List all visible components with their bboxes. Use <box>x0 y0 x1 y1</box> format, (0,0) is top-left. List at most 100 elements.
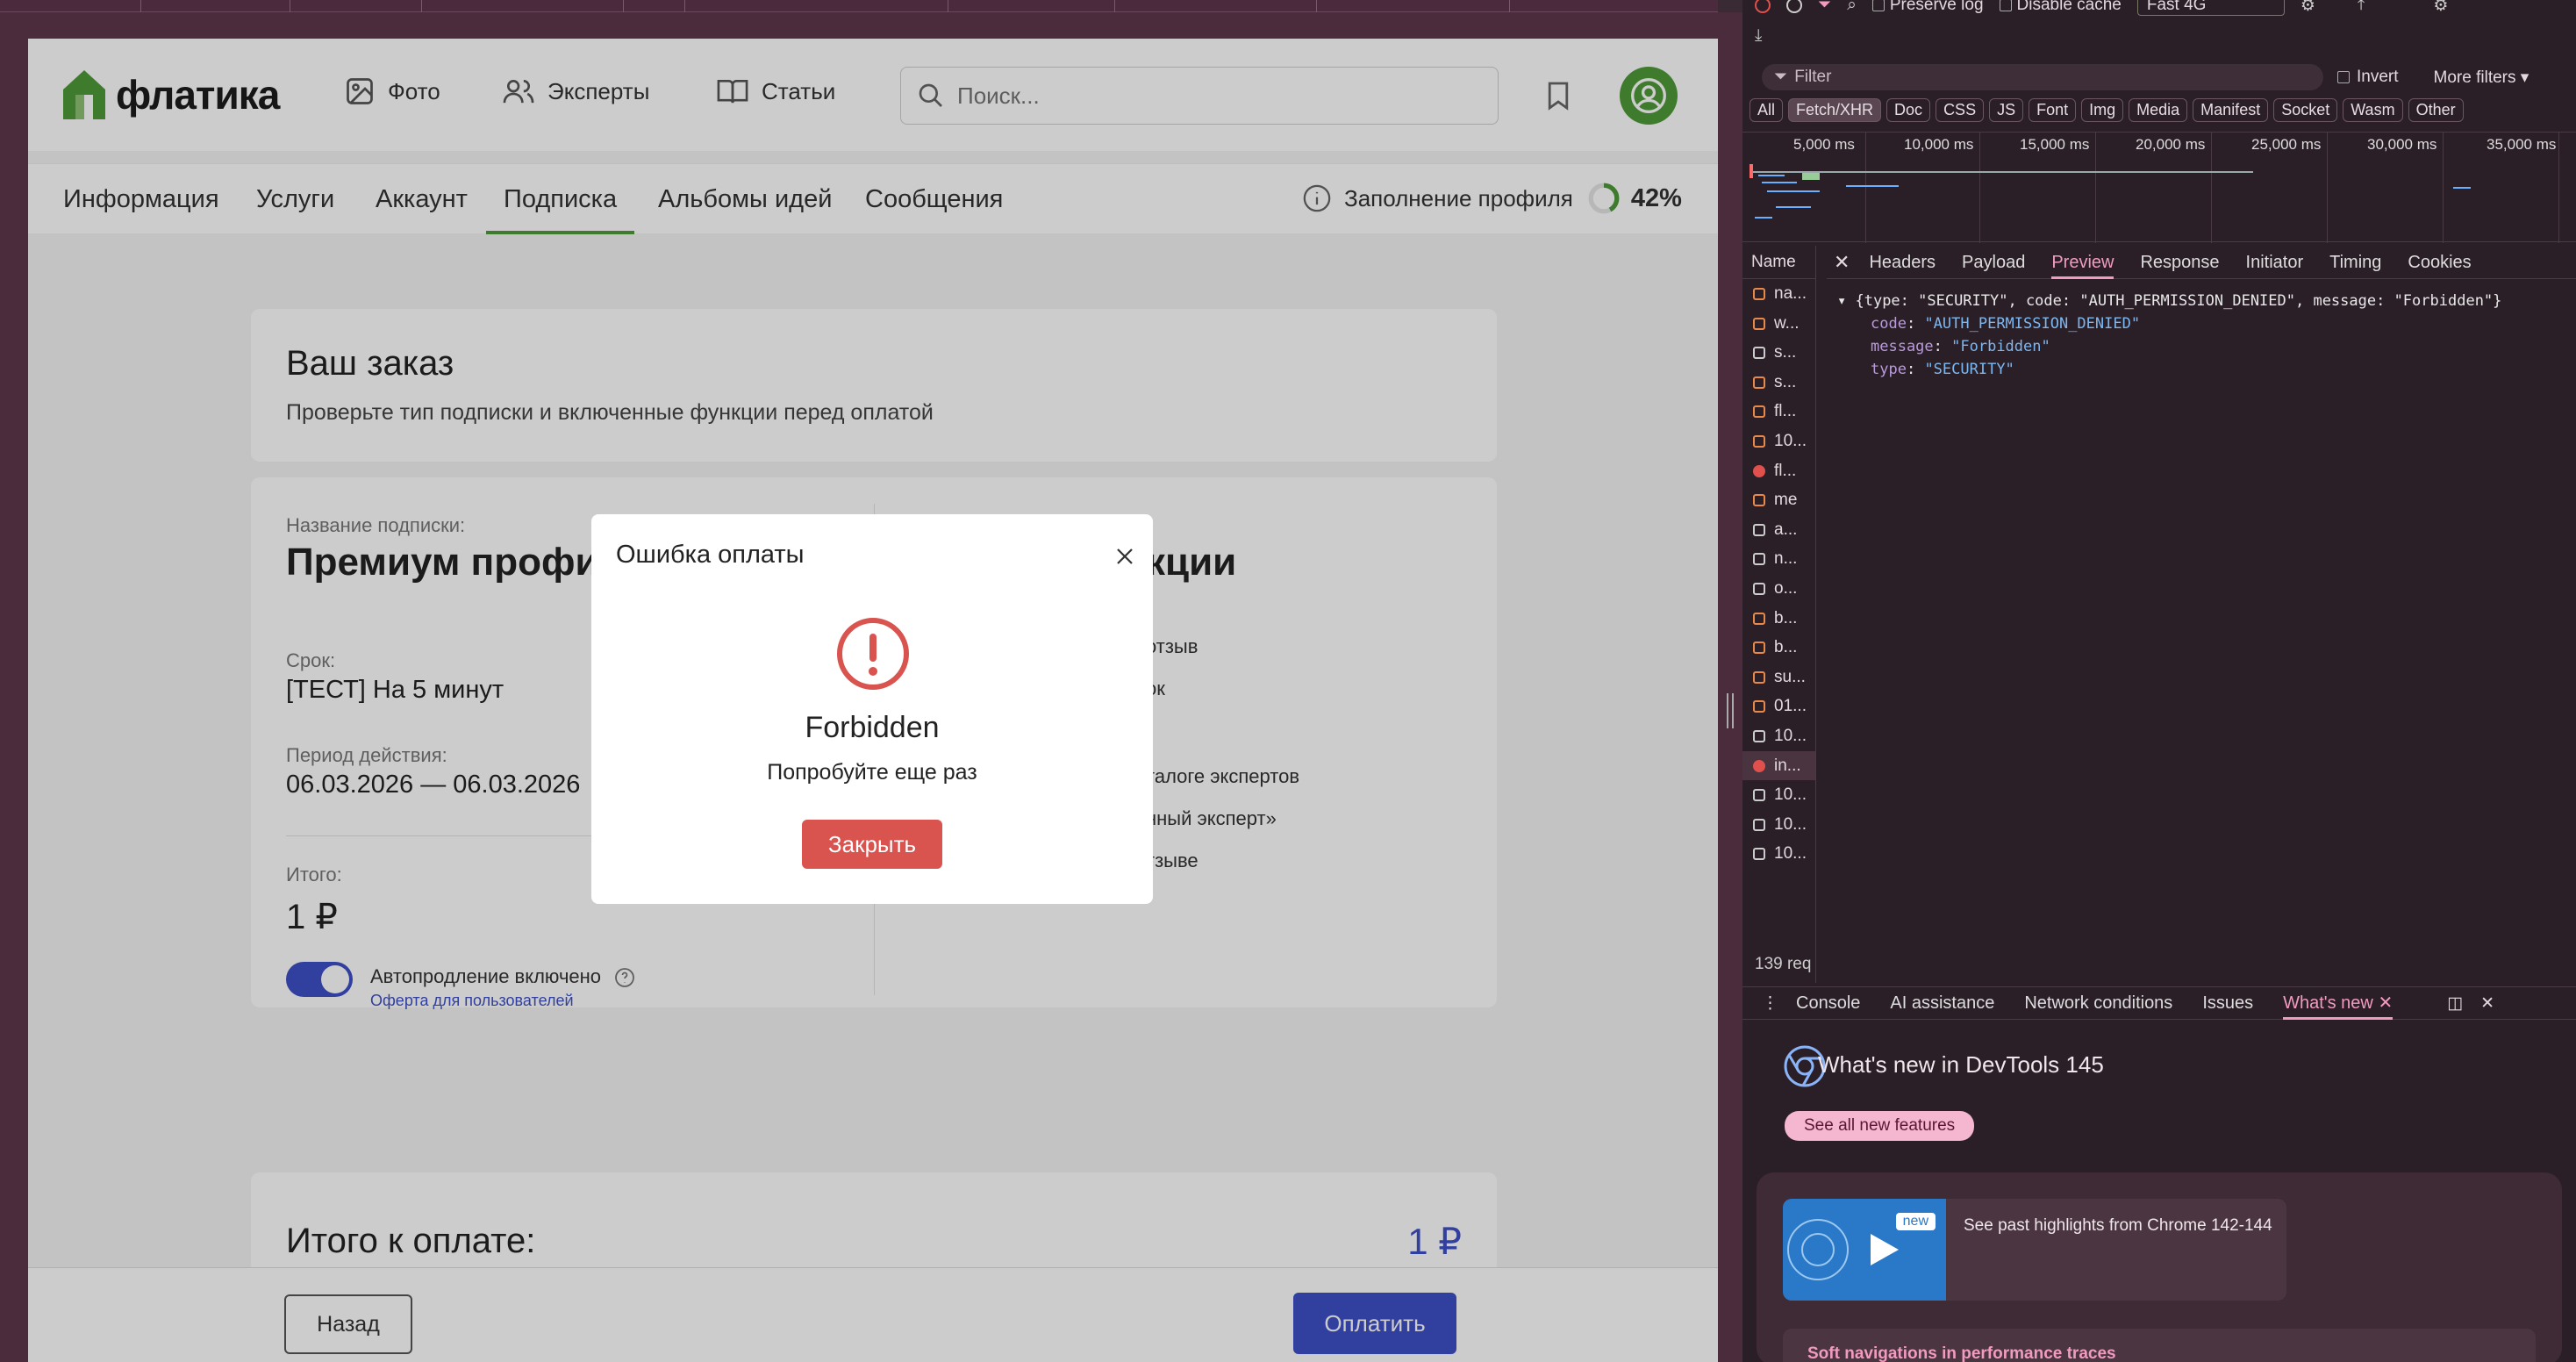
filter-placeholder: Filter <box>1794 68 1832 86</box>
filter-input[interactable]: ⏷ Filter <box>1762 64 2323 90</box>
close-drawer-icon[interactable]: ✕ <box>2480 993 2494 1014</box>
clear-icon[interactable] <box>1786 0 1802 13</box>
request-row[interactable]: b... <box>1742 633 1815 663</box>
close-tab-icon[interactable]: ✕ <box>2378 993 2393 1013</box>
request-name: b... <box>1774 608 1798 627</box>
request-name: in... <box>1774 756 1801 775</box>
type-filter-js[interactable]: JS <box>1989 98 2024 122</box>
error-icon <box>1753 759 1765 772</box>
drawer-tabs: ⋮ Console AI assistance Network conditio… <box>1742 986 2576 1020</box>
export-har-icon[interactable]: ⤓ <box>1755 26 1762 46</box>
modal-close-button[interactable] <box>1114 546 1135 571</box>
request-row[interactable]: me <box>1742 485 1815 515</box>
request-row[interactable]: s... <box>1742 368 1815 398</box>
type-filter-all[interactable]: All <box>1750 98 1784 122</box>
xhr-icon <box>1753 317 1765 330</box>
request-row[interactable]: na... <box>1742 279 1815 309</box>
network-timeline[interactable]: 5,000 ms 10,000 ms 15,000 ms 20,000 ms 2… <box>1742 132 2576 243</box>
type-filter-fetch-xhr[interactable]: Fetch/XHR <box>1788 98 1882 122</box>
request-row[interactable]: 10... <box>1742 839 1815 869</box>
request-row[interactable]: a... <box>1742 515 1815 545</box>
request-row[interactable]: s... <box>1742 338 1815 368</box>
type-filter-manifest[interactable]: Manifest <box>2193 98 2269 122</box>
type-filter-other[interactable]: Other <box>2408 98 2464 122</box>
request-name: w... <box>1774 313 1800 333</box>
type-filter-doc[interactable]: Doc <box>1886 98 1931 122</box>
resource-type-filters: All Fetch/XHR Doc CSS JS Font Img Media … <box>1750 98 2464 122</box>
browser-tab-strip <box>0 0 1718 12</box>
request-row[interactable]: su... <box>1742 663 1815 692</box>
request-row[interactable]: 10... <box>1742 810 1815 840</box>
json-value: "SECURITY" <box>1924 361 2014 378</box>
tab-cookies[interactable]: Cookies <box>2408 246 2471 279</box>
search-icon[interactable]: ⌕ <box>1847 0 1857 15</box>
json-field: type: "SECURITY" <box>1871 361 2014 378</box>
timeline-label: 20,000 ms <box>2136 136 2206 153</box>
type-filter-socket[interactable]: Socket <box>2273 98 2338 122</box>
dock-icon[interactable]: ◫ <box>2447 993 2463 1014</box>
type-filter-media[interactable]: Media <box>2129 98 2188 122</box>
modal-message: Попробуйте еще раз <box>767 760 977 785</box>
type-filter-wasm[interactable]: Wasm <box>2343 98 2403 122</box>
tab-payload[interactable]: Payload <box>1962 246 2025 279</box>
request-row[interactable]: o... <box>1742 574 1815 604</box>
new-badge: new <box>1895 1213 1936 1230</box>
drawer-menu-icon[interactable]: ⋮ <box>1762 993 1778 1014</box>
tab-network-conditions[interactable]: Network conditions <box>2024 986 2172 1020</box>
request-list: Name na... w... s... s... fl... 10... fl... me a… <box>1742 246 1816 983</box>
devtools-resizer[interactable] <box>1718 12 1742 1362</box>
xhr-icon <box>1753 434 1765 448</box>
disable-cache-checkbox[interactable]: Disable cache <box>1999 0 2122 15</box>
type-filter-css[interactable]: CSS <box>1936 98 1985 122</box>
request-detail-tabs: ✕ Headers Payload Preview Response Initi… <box>1827 246 2576 279</box>
request-name: na... <box>1774 284 1807 303</box>
request-row[interactable]: in... <box>1742 750 1815 781</box>
see-all-features-button[interactable]: See all new features <box>1785 1111 1975 1141</box>
settings-icon[interactable]: ⚙ <box>2433 0 2448 16</box>
json-value: "AUTH_PERMISSION_DENIED" <box>1924 315 2141 333</box>
request-row[interactable]: w... <box>1742 309 1815 339</box>
tab-headers[interactable]: Headers <box>1869 246 1936 279</box>
record-icon[interactable] <box>1755 0 1771 13</box>
request-name: 10... <box>1774 785 1807 805</box>
preserve-log-checkbox[interactable]: Preserve log <box>1871 0 1984 15</box>
name-column-header[interactable]: Name <box>1742 246 1815 279</box>
video-thumbnail[interactable]: new <box>1783 1199 1946 1301</box>
timeline-label: 15,000 ms <box>2020 136 2090 153</box>
tab-whats-new[interactable]: What's new ✕ <box>2283 986 2394 1020</box>
request-name: 10... <box>1774 431 1807 450</box>
json-root[interactable]: ▾ {type: "SECURITY", code: "AUTH_PERMISS… <box>1837 290 2501 312</box>
tab-issues[interactable]: Issues <box>2202 986 2253 1020</box>
network-conditions-icon[interactable]: ⚙ <box>2301 0 2315 16</box>
import-icon[interactable]: ⤒ <box>2358 0 2365 15</box>
request-row[interactable]: 01... <box>1742 692 1815 721</box>
request-row[interactable]: fl... <box>1742 456 1815 486</box>
request-name: s... <box>1774 343 1797 362</box>
type-filter-img[interactable]: Img <box>2081 98 2124 122</box>
request-row[interactable]: 10... <box>1742 721 1815 751</box>
invert-checkbox[interactable]: Invert <box>2337 68 2399 87</box>
close-detail-icon[interactable]: ✕ <box>1834 251 1850 274</box>
tab-response[interactable]: Response <box>2140 246 2219 279</box>
type-filter-font[interactable]: Font <box>2029 98 2077 122</box>
request-row[interactable]: fl... <box>1742 397 1815 427</box>
tab-preview[interactable]: Preview <box>2051 246 2114 279</box>
tab-timing[interactable]: Timing <box>2329 246 2381 279</box>
tab-console[interactable]: Console <box>1796 986 1860 1020</box>
request-row[interactable]: 10... <box>1742 427 1815 456</box>
highlights-item[interactable]: new See past highlights from Chrome 142-… <box>1783 1199 2286 1301</box>
feature-item[interactable]: Soft navigations in performance traces <box>1783 1329 2536 1362</box>
filter-funnel-icon[interactable]: ⏷ <box>1818 0 1831 15</box>
request-name: fl... <box>1774 461 1797 480</box>
browser-frame <box>0 12 28 1362</box>
throttle-select[interactable]: Fast 4G <box>2136 0 2285 16</box>
more-filters-button[interactable]: More filters ▾ <box>2434 68 2529 88</box>
tab-ai-assistance[interactable]: AI assistance <box>1890 986 1994 1020</box>
error-icon <box>835 616 911 696</box>
modal-close-action-button[interactable]: Закрыть <box>802 820 942 869</box>
request-row[interactable]: b... <box>1742 604 1815 634</box>
tab-initiator[interactable]: Initiator <box>2246 246 2304 279</box>
feature-item-title: Soft navigations in performance traces <box>1807 1344 2116 1362</box>
request-row[interactable]: n... <box>1742 544 1815 574</box>
request-row[interactable]: 10... <box>1742 780 1815 810</box>
